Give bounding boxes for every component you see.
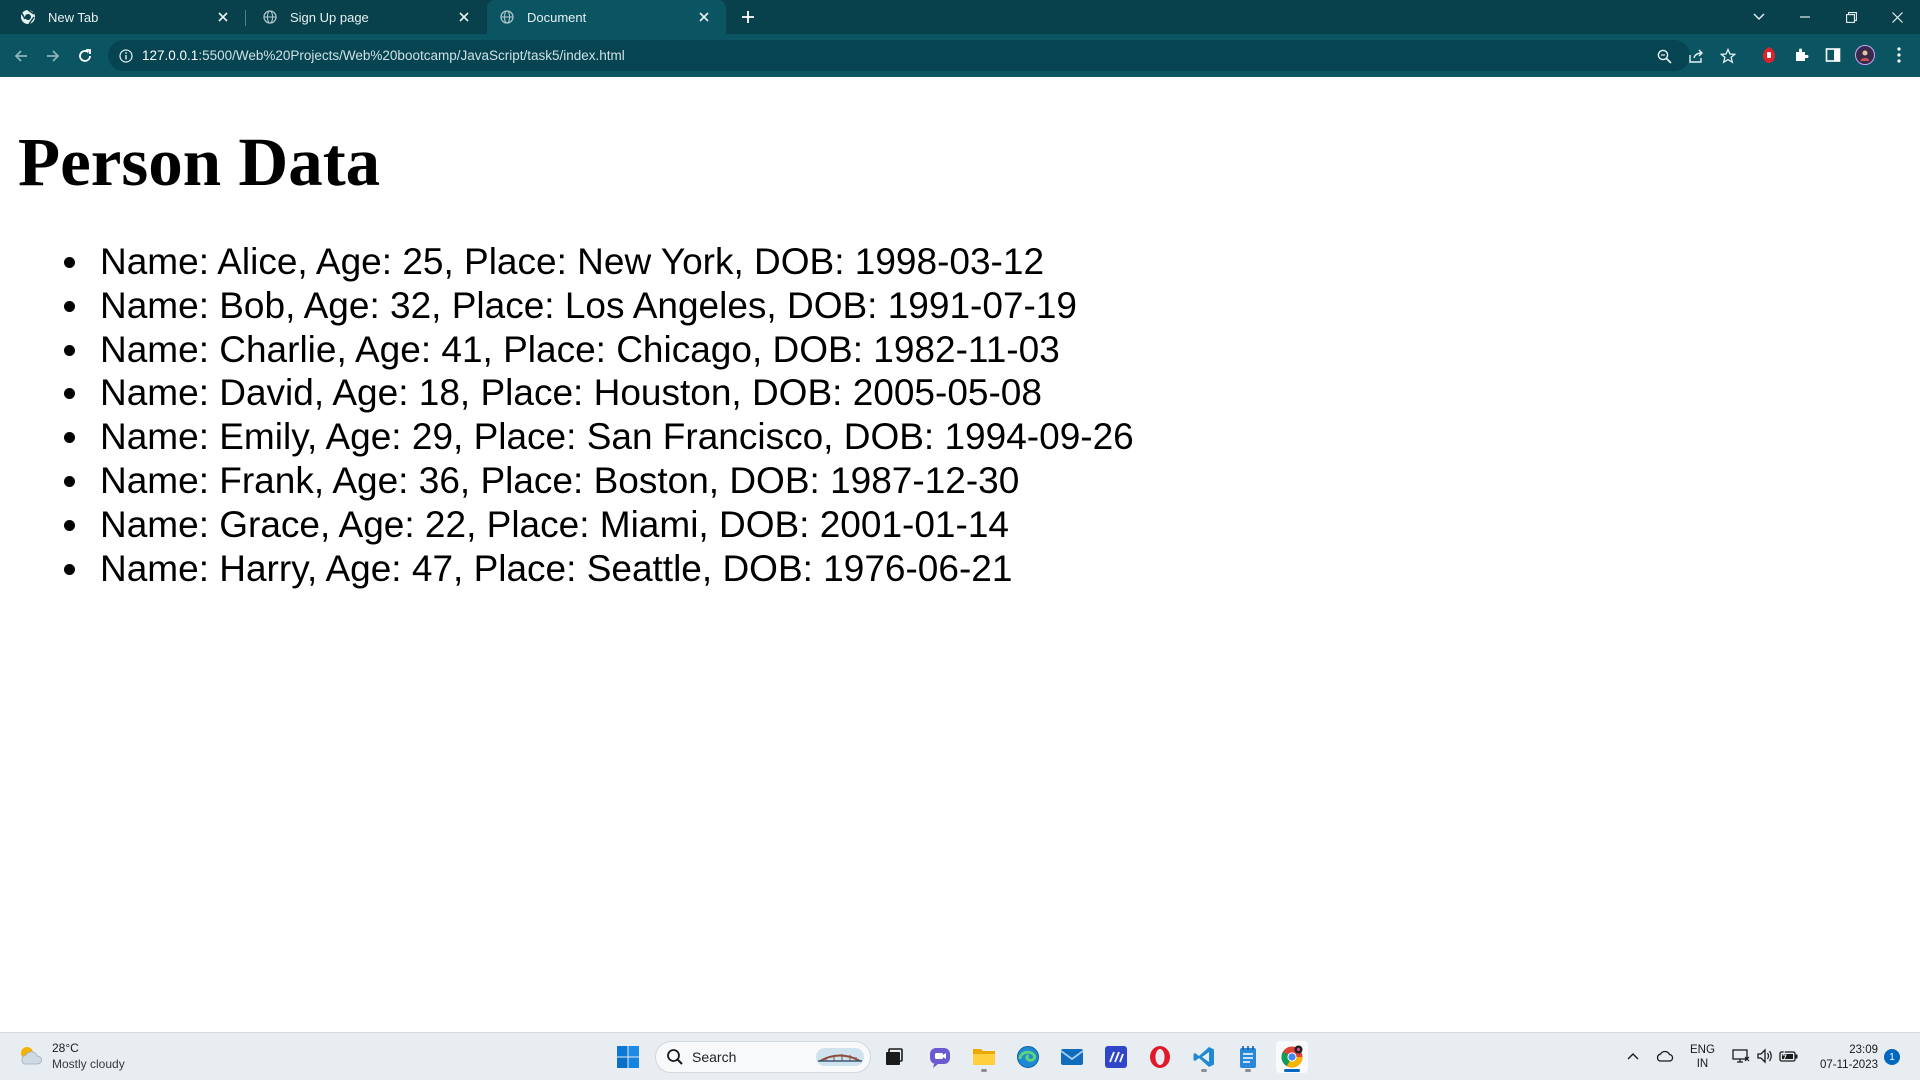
bookmark-star-icon[interactable]	[1719, 47, 1737, 65]
opera-icon[interactable]	[1144, 1041, 1176, 1073]
globe-icon	[499, 9, 515, 25]
close-icon[interactable]	[454, 7, 474, 27]
globe-icon	[262, 9, 278, 25]
tab-new-tab[interactable]: New Tab	[0, 0, 245, 34]
weather-temp: 28°C	[52, 1041, 79, 1055]
list-item: Name: Alice, Age: 25, Place: New York, D…	[64, 240, 1134, 284]
person-list: Name: Alice, Age: 25, Place: New York, D…	[64, 240, 1134, 591]
editor-app-icon[interactable]	[1100, 1041, 1132, 1073]
side-panel-icon[interactable]	[1822, 44, 1844, 66]
task-view-icon[interactable]	[878, 1041, 910, 1073]
tab-title: Document	[527, 9, 587, 25]
battery-icon[interactable]	[1778, 1045, 1800, 1067]
vscode-icon[interactable]	[1188, 1041, 1220, 1073]
forward-button[interactable]	[41, 44, 65, 68]
tab-sign-up-page[interactable]: Sign Up page	[246, 0, 486, 34]
url-text: 127.0.0.1:5500/Web%20Projects/Web%20boot…	[142, 48, 625, 63]
notepad-icon[interactable]	[1232, 1041, 1264, 1073]
chrome-icon[interactable]	[1276, 1041, 1308, 1073]
extensions-puzzle-icon[interactable]	[1790, 44, 1812, 66]
menu-kebab-icon[interactable]	[1888, 44, 1910, 66]
onedrive-cloud-icon[interactable]	[1654, 1045, 1676, 1067]
file-explorer-icon[interactable]	[968, 1041, 1000, 1073]
share-icon[interactable]	[1687, 47, 1705, 65]
weather-desc: Mostly cloudy	[52, 1057, 125, 1071]
close-icon[interactable]	[213, 7, 233, 27]
browser-chrome: New Tab Sign Up page Document 127.0.0.1:…	[0, 0, 1920, 77]
list-item: Name: Charlie, Age: 41, Place: Chicago, …	[64, 328, 1134, 372]
profile-avatar[interactable]	[1855, 45, 1875, 65]
taskbar: 28°C Mostly cloudy Search ENG IN 23:09 0…	[0, 1032, 1920, 1080]
tab-title: Sign Up page	[290, 9, 369, 25]
network-icon[interactable]	[1730, 1045, 1752, 1067]
windows-start-icon[interactable]	[612, 1041, 644, 1073]
list-item: Name: Bob, Age: 32, Place: Los Angeles, …	[64, 284, 1134, 328]
minimize-button[interactable]	[1782, 0, 1828, 34]
edge-icon[interactable]	[1012, 1041, 1044, 1073]
page-title: Person Data	[18, 124, 381, 200]
close-window-button[interactable]	[1874, 0, 1920, 34]
notification-badge[interactable]: 1	[1884, 1049, 1900, 1065]
clock-time: 23:09	[1849, 1044, 1878, 1056]
list-item: Name: Frank, Age: 36, Place: Boston, DOB…	[64, 459, 1134, 503]
taskbar-search[interactable]: Search	[655, 1041, 871, 1073]
language-indicator[interactable]: ENG IN	[1690, 1043, 1715, 1071]
volume-icon[interactable]	[1754, 1045, 1776, 1067]
tab-search-button[interactable]	[1736, 0, 1782, 34]
list-item: Name: Harry, Age: 47, Place: Seattle, DO…	[64, 547, 1134, 591]
clock[interactable]: 23:09 07-11-2023	[1810, 1043, 1878, 1073]
running-indicator	[981, 1069, 987, 1072]
close-icon[interactable]	[694, 7, 714, 27]
url-host: 127.0.0.1	[142, 48, 199, 63]
url-path: :5500/Web%20Projects/Web%20bootcamp/Java…	[198, 48, 625, 63]
restore-button[interactable]	[1828, 0, 1874, 34]
tab-document[interactable]: Document	[487, 0, 726, 34]
tab-strip: New Tab Sign Up page Document	[0, 0, 1920, 34]
cloudy-weather-icon	[21, 1047, 42, 1065]
list-item: Name: Emily, Age: 29, Place: San Francis…	[64, 416, 1134, 458]
list-item: Name: David, Age: 18, Place: Houston, DO…	[64, 371, 1134, 415]
address-bar[interactable]: 127.0.0.1:5500/Web%20Projects/Web%20boot…	[108, 40, 1736, 71]
chevron-up-icon[interactable]	[1622, 1045, 1644, 1067]
weather-text: 28°C Mostly cloudy	[52, 1040, 125, 1072]
running-indicator	[1284, 1069, 1300, 1072]
chrome-icon	[20, 9, 36, 25]
weather-widget[interactable]: 28°C Mostly cloudy	[16, 1040, 125, 1072]
search-highlight-icon	[816, 1048, 864, 1066]
info-icon[interactable]	[118, 48, 134, 64]
search-label: Search	[692, 1049, 737, 1065]
search-icon	[667, 1049, 683, 1065]
browser-toolbar: 127.0.0.1:5500/Web%20Projects/Web%20boot…	[0, 34, 1920, 77]
region-code: IN	[1696, 1058, 1709, 1070]
new-tab-button[interactable]	[736, 5, 760, 29]
list-item: Name: Grace, Age: 22, Place: Miami, DOB:…	[64, 503, 1134, 547]
page-content: Person Data Name: Alice, Age: 25, Place:…	[0, 77, 1920, 1032]
teams-chat-icon[interactable]	[924, 1041, 956, 1073]
language-code: ENG	[1690, 1044, 1715, 1056]
zoom-icon[interactable]	[1655, 47, 1673, 65]
running-indicator	[1245, 1069, 1251, 1072]
tab-title: New Tab	[48, 9, 99, 25]
clock-date: 07-11-2023	[1820, 1059, 1878, 1071]
back-button[interactable]	[9, 44, 33, 68]
reload-button[interactable]	[73, 44, 97, 68]
mail-icon[interactable]	[1056, 1041, 1088, 1073]
extension-red-icon[interactable]	[1758, 44, 1780, 66]
running-indicator	[1201, 1069, 1207, 1072]
